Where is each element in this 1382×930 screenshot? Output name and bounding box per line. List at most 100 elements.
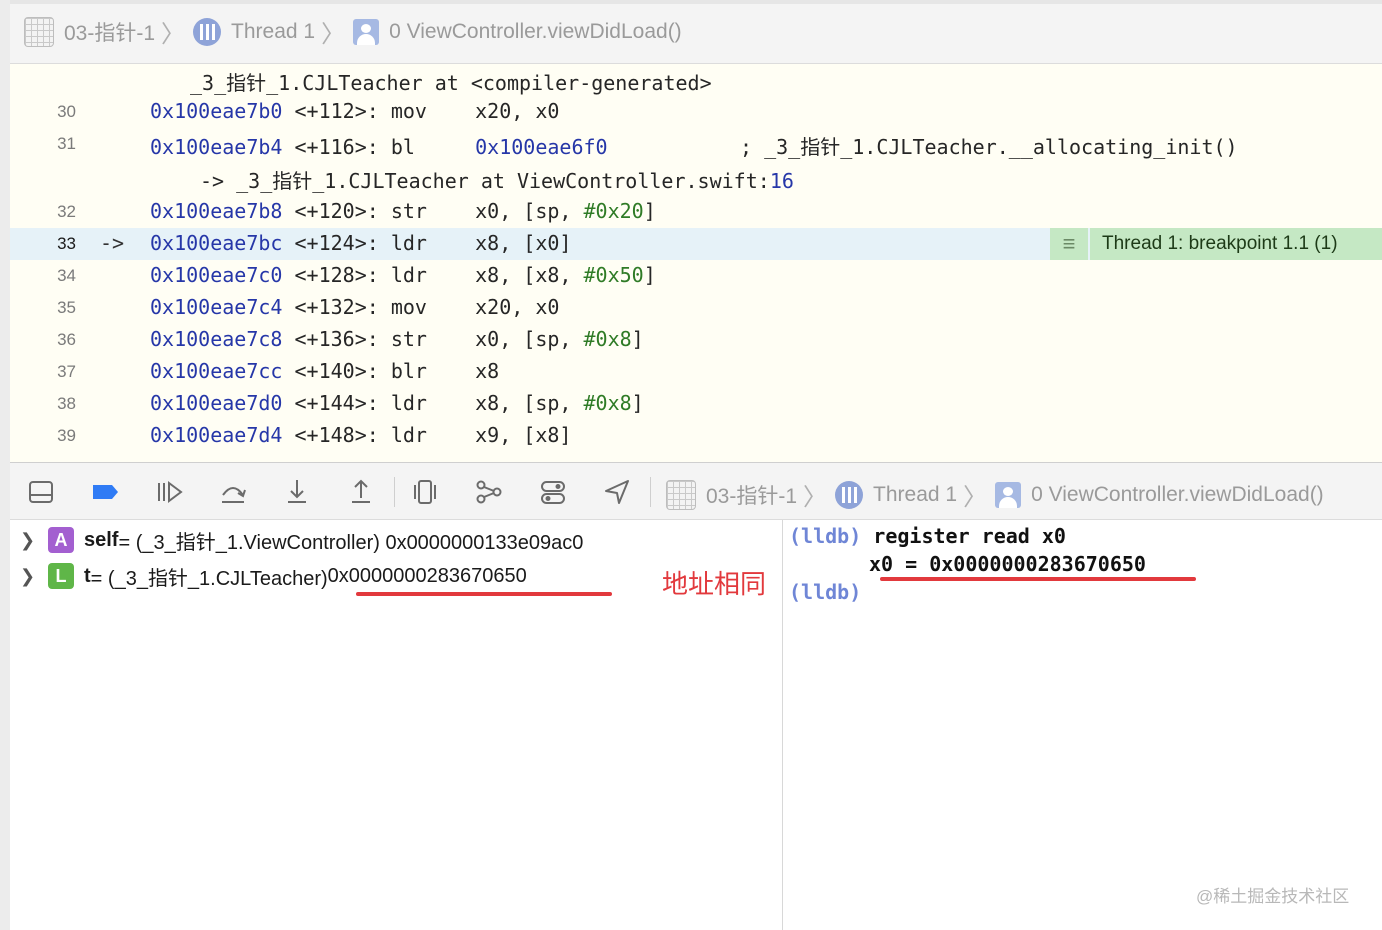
immediate-token: #0x20 — [583, 199, 644, 223]
breakpoint-annotation[interactable]: ≡ Thread 1: breakpoint 1.1 (1) — [1050, 228, 1382, 260]
line-number[interactable]: 31 — [32, 134, 76, 154]
code-line[interactable]: 31 0x100eae7b4 <+116>: bl 0x100eae6f0 ; _… — [10, 128, 1382, 160]
chevron-right-icon: 〉 — [321, 21, 346, 48]
address-token: 0x100eae7b8 — [150, 199, 283, 223]
debug-view-hierarchy-button[interactable] — [408, 475, 442, 509]
breakpoints-toggle-button[interactable] — [88, 475, 122, 509]
instruction-text: 0x100eae7b4 <+116>: bl 0x100eae6f0 ; _3_… — [150, 131, 1238, 160]
hide-debug-area-button[interactable] — [24, 475, 58, 509]
line-number[interactable]: 36 — [32, 330, 76, 350]
line-number[interactable]: 30 — [32, 102, 76, 122]
red-underline-annotation — [880, 577, 1196, 581]
tab-strip-edge — [10, 0, 1382, 4]
code-token: ] — [631, 391, 644, 415]
code-token: ; _3_指针_1.CJLTeacher.__allocating_init() — [607, 135, 1238, 159]
instruction-text: 0x100eae7b0 <+112>: mov x20, x0 — [150, 99, 559, 123]
continue-icon — [158, 481, 183, 503]
stack-frame-icon — [995, 481, 1022, 508]
variable-name: self — [84, 528, 119, 551]
line-number[interactable]: 37 — [32, 362, 76, 382]
line-number[interactable]: 33 — [32, 234, 76, 254]
variable-address: 0x0000000283670650 — [327, 564, 527, 587]
step-into-button[interactable] — [280, 475, 314, 509]
console-line[interactable]: (lldb) — [789, 580, 861, 604]
variable-row[interactable]: ❯ A self = (_3_指针_1.ViewController) 0x00… — [10, 523, 782, 557]
breakpoint-label: Thread 1: breakpoint 1.1 (1) — [1102, 233, 1338, 254]
red-underline-annotation — [356, 592, 612, 596]
debug-bar-path: 03-指针-1 〉 Thread 1 〉 0 ViewController.vi… — [666, 477, 1324, 512]
code-line[interactable]: _3_指针_1.CJLTeacher at <compiler-generate… — [10, 64, 1382, 96]
address-token: 0x100eae7d4 — [150, 423, 283, 447]
code-token: _3_指针_1.CJLTeacher at <compiler-generate… — [190, 71, 712, 95]
debug-toolbar: 03-指针-1 〉 Thread 1 〉 0 ViewController.vi… — [10, 462, 1382, 520]
instruction-text: 0x100eae7b8 <+120>: str x0, [sp, #0x20] — [150, 199, 656, 223]
toolbar-divider — [650, 477, 651, 507]
instruction-text: _3_指针_1.CJLTeacher at <compiler-generate… — [190, 67, 712, 96]
simulate-location-button[interactable] — [600, 475, 634, 509]
memory-graph-button[interactable] — [472, 475, 506, 509]
code-line[interactable]: 32 0x100eae7b8 <+120>: str x0, [sp, #0x20… — [10, 196, 1382, 228]
jump-bar-thread[interactable]: Thread 1 — [231, 20, 315, 44]
console-command: register read x0 — [873, 524, 1066, 548]
disclosure-chevron-icon[interactable]: ❯ — [20, 566, 35, 587]
code-token: <+144>: ldr x8, [sp, — [282, 391, 584, 415]
annotation-note: 地址相同 — [662, 569, 767, 599]
jump-bar-target[interactable]: 03-指针-1 — [64, 17, 155, 47]
instruction-text: 0x100eae7bc <+124>: ldr x8, [x0] — [150, 231, 571, 255]
toggles-icon — [541, 481, 565, 504]
line-number[interactable]: 39 — [32, 426, 76, 446]
breakpoint-icon — [93, 485, 118, 499]
disassembly-view[interactable]: _3_指针_1.CJLTeacher at <compiler-generate… — [10, 64, 1382, 462]
code-line[interactable]: 39 0x100eae7d4 <+148>: ldr x9, [x8] — [10, 420, 1382, 452]
address-token: 0x100eae7c0 — [150, 263, 283, 287]
line-number[interactable]: 32 — [32, 202, 76, 222]
chevron-right-icon: 〉 — [803, 484, 828, 511]
view-hierarchy-icon — [414, 480, 436, 504]
continue-button[interactable] — [152, 475, 186, 509]
console-line: (lldb) register read x0 — [789, 524, 1066, 548]
disclosure-chevron-icon[interactable]: ❯ — [20, 530, 35, 551]
immediate-token: #0x50 — [583, 263, 644, 287]
variable-value: = (_3_指针_1.CJLTeacher) — [90, 567, 328, 590]
debug-bar-frame[interactable]: 0 ViewController.viewDidLoad() — [1031, 483, 1324, 507]
code-token: <+140>: blr x8 — [282, 359, 500, 383]
editor-jump-bar: 03-指针-1 〉 Thread 1 〉 0 ViewController.vi… — [10, 0, 1382, 64]
instruction-text: 0x100eae7d4 <+148>: ldr x9, [x8] — [150, 423, 571, 447]
code-line[interactable]: -> _3_指针_1.CJLTeacher at ViewController.… — [10, 162, 1382, 194]
code-line[interactable]: 38 0x100eae7d0 <+144>: ldr x8, [sp, #0x8] — [10, 388, 1382, 420]
step-out-button[interactable] — [344, 475, 378, 509]
line-number[interactable]: 34 — [32, 266, 76, 286]
code-line[interactable]: 36 0x100eae7c8 <+136>: str x0, [sp, #0x8] — [10, 324, 1382, 356]
address-token: 0x100eae6f0 — [475, 135, 608, 159]
line-number[interactable]: 35 — [32, 298, 76, 318]
code-token: -> _3_指针_1.CJLTeacher at ViewController.… — [200, 169, 770, 193]
target-icon — [666, 479, 696, 510]
console-output: x0 = 0x0000000283670650 — [869, 552, 1146, 576]
step-over-button[interactable] — [216, 475, 250, 509]
address-token: 0x100eae7b4 — [150, 135, 283, 159]
jump-bar-frame[interactable]: 0 ViewController.viewDidLoad() — [389, 20, 682, 44]
current-instruction-line[interactable]: 33 -> 0x100eae7bc <+124>: ldr x8, [x0] ≡ T… — [10, 228, 1382, 260]
variables-view[interactable]: ❯ A self = (_3_指针_1.ViewController) 0x00… — [10, 520, 782, 930]
code-token: <+132>: mov x20, x0 — [282, 295, 560, 319]
step-over-icon — [222, 487, 246, 503]
thread-icon — [193, 17, 222, 46]
debug-bar-thread[interactable]: Thread 1 — [873, 483, 957, 507]
instruction-text: 0x100eae7c4 <+132>: mov x20, x0 — [150, 295, 559, 319]
code-line[interactable]: 35 0x100eae7c4 <+132>: mov x20, x0 — [10, 292, 1382, 324]
environment-overrides-button[interactable] — [536, 475, 570, 509]
code-line[interactable]: 30 0x100eae7b0 <+112>: mov x20, x0 — [10, 96, 1382, 128]
lldb-console[interactable]: (lldb) register read x0 x0 = 0x000000028… — [783, 520, 1382, 930]
step-out-icon — [352, 479, 370, 503]
instruction-text: 0x100eae7c0 <+128>: ldr x8, [x8, #0x50] — [150, 263, 656, 287]
code-token: <+136>: str x0, [sp, — [282, 327, 584, 351]
code-token: <+124>: ldr x8, [x0] — [282, 231, 572, 255]
instruction-text: 0x100eae7cc <+140>: blr x8 — [150, 359, 499, 383]
debug-bar-target[interactable]: 03-指针-1 — [706, 480, 797, 510]
list-icon: ≡ — [1050, 228, 1090, 260]
memory-graph-icon — [476, 480, 502, 504]
local-badge-icon: L — [48, 563, 74, 589]
code-line[interactable]: 37 0x100eae7cc <+140>: blr x8 — [10, 356, 1382, 388]
line-number[interactable]: 38 — [32, 394, 76, 414]
code-line[interactable]: 34 0x100eae7c0 <+128>: ldr x8, [x8, #0x50… — [10, 260, 1382, 292]
